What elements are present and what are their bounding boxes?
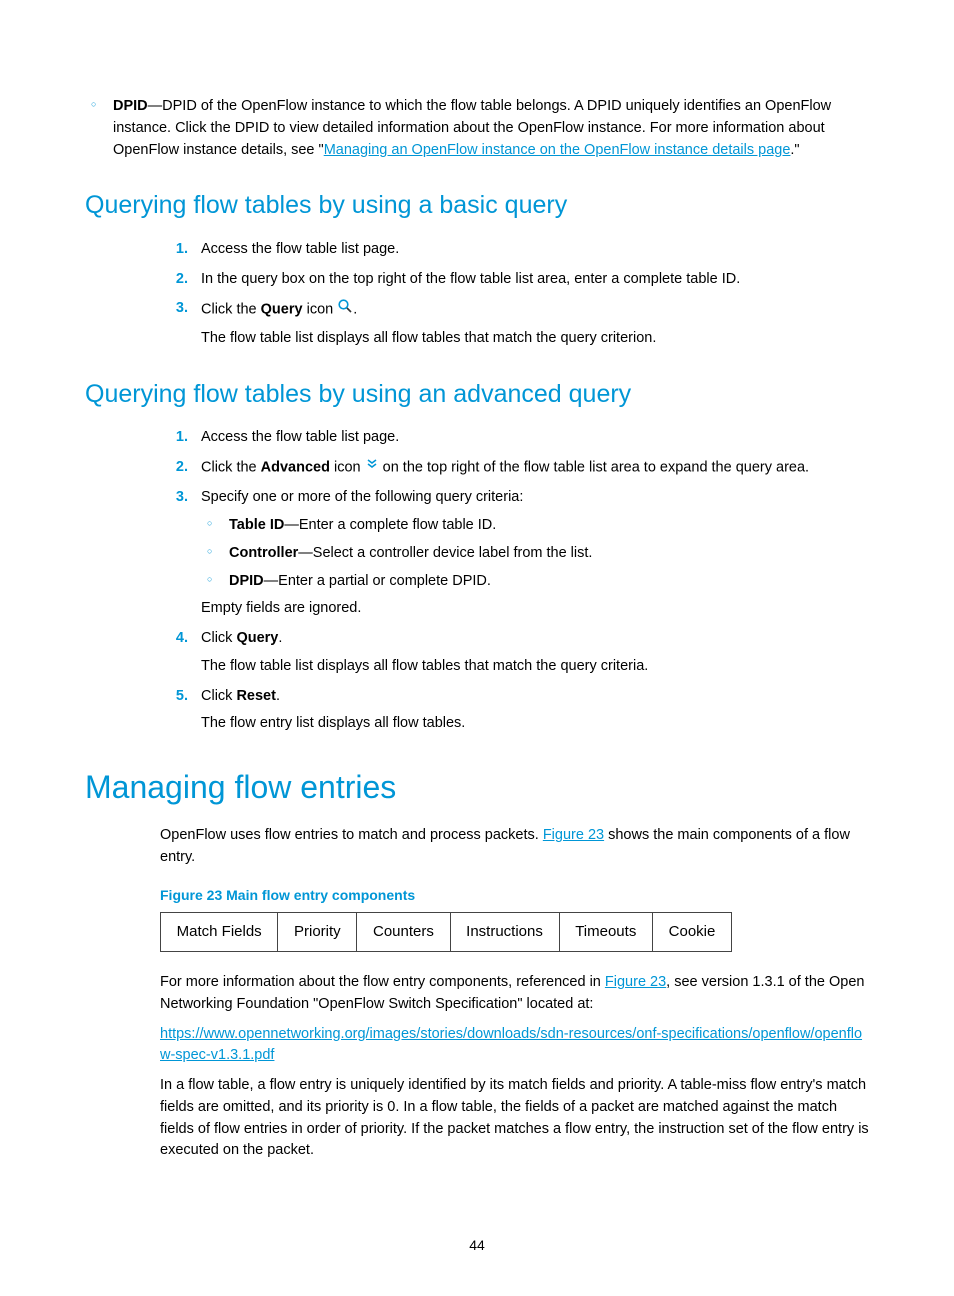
step-text: Access the flow table list page. [201, 429, 399, 445]
step-text-c: . [276, 688, 280, 704]
dpid-term: DPID [113, 98, 148, 114]
adv-step-4: 4. Click Query. The flow table list disp… [160, 628, 869, 678]
step-sub: The flow entry list displays all flow ta… [201, 713, 869, 735]
step-text-a: Click the [201, 302, 261, 318]
page-number: 44 [0, 1235, 954, 1256]
entries-more-info: For more information about the flow entr… [160, 972, 869, 1016]
advanced-steps: 1. Access the flow table list page. 2. Cl… [160, 427, 869, 735]
advanced-query-body: 1. Access the flow table list page. 2. Cl… [160, 427, 869, 735]
step-sub: The flow table list displays all flow ta… [201, 656, 869, 678]
dpid-bullet: DPID—DPID of the OpenFlow instance to wh… [85, 96, 869, 161]
step-text-d: . [353, 302, 357, 318]
reset-btn-label: Reset [236, 688, 276, 704]
entries-intro: OpenFlow uses flow entries to match and … [160, 825, 869, 869]
step-sub: The flow table list displays all flow ta… [201, 328, 869, 350]
step-text: Access the flow table list page. [201, 241, 399, 257]
step-text-a: Click [201, 688, 236, 704]
dpid-bullet-list: DPID—DPID of the OpenFlow instance to wh… [85, 96, 869, 161]
document-page: DPID—DPID of the OpenFlow instance to wh… [0, 0, 954, 1296]
step-sub: Empty fields are ignored. [201, 598, 869, 620]
fig-cell-match: Match Fields [161, 913, 278, 952]
fig-cell-priority: Priority [278, 913, 357, 952]
p2a: For more information about the flow entr… [160, 974, 605, 990]
step-number: 3. [160, 298, 188, 320]
criteria-term: Controller [229, 545, 298, 561]
step-number: 2. [160, 457, 188, 479]
step-number: 1. [160, 427, 188, 449]
step-number: 4. [160, 628, 188, 650]
step-text-c: . [278, 630, 282, 646]
heading-basic-query: Querying flow tables by using a basic qu… [85, 187, 869, 225]
criteria-controller: Controller—Select a controller device la… [201, 543, 869, 565]
adv-step-5: 5. Click Reset. The flow entry list disp… [160, 686, 869, 736]
step-text-a: Click [201, 630, 236, 646]
fig-cell-counters: Counters [357, 913, 450, 952]
figure-23-box: Match Fields Priority Counters Instructi… [160, 912, 732, 953]
criteria-term: DPID [229, 573, 264, 589]
criteria-dpid: DPID—Enter a partial or complete DPID. [201, 571, 869, 593]
p1a: OpenFlow uses flow entries to match and … [160, 827, 543, 843]
fig-cell-cookie: Cookie [653, 913, 731, 952]
criteria-term: Table ID [229, 517, 284, 533]
adv-step-2: 2. Click the Advanced icon on the top ri… [160, 457, 869, 479]
step-number: 2. [160, 269, 188, 291]
openflow-spec-link[interactable]: https://www.opennetworking.org/images/st… [160, 1026, 862, 1064]
figure-23-link[interactable]: Figure 23 [543, 827, 604, 843]
query-btn-label: Query [236, 630, 278, 646]
step-text-a: Click the [201, 460, 261, 476]
step-number: 1. [160, 239, 188, 261]
basic-steps: 1. Access the flow table list page. 2. In … [160, 239, 869, 350]
step-number: 3. [160, 487, 188, 509]
adv-step-1: 1. Access the flow table list page. [160, 427, 869, 449]
step-number: 5. [160, 686, 188, 708]
step-text-c: icon [330, 460, 365, 476]
step-text-c: icon [303, 302, 338, 318]
basic-step-2: 2. In the query box on the top right of t… [160, 269, 869, 291]
heading-advanced-query: Querying flow tables by using an advance… [85, 376, 869, 414]
step-text: Specify one or more of the following que… [201, 489, 523, 505]
fig-cell-timeouts: Timeouts [560, 913, 653, 952]
magnifier-icon [337, 298, 353, 322]
managing-instance-link[interactable]: Managing an OpenFlow instance on the Ope… [324, 142, 791, 158]
adv-step-3: 3. Specify one or more of the following … [160, 487, 869, 620]
criteria-text: —Enter a partial or complete DPID. [264, 573, 491, 589]
entries-explanation: In a flow table, a flow entry is uniquel… [160, 1075, 869, 1162]
advanced-label: Advanced [261, 460, 330, 476]
step-text: In the query box on the top right of the… [201, 271, 740, 287]
criteria-list: Table ID—Enter a complete flow table ID.… [201, 515, 869, 592]
dpid-after: ." [790, 142, 799, 158]
entries-body: OpenFlow uses flow entries to match and … [160, 825, 869, 1162]
basic-query-body: 1. Access the flow table list page. 2. In … [160, 239, 869, 350]
figure-23-caption: Figure 23 Main flow entry components [160, 885, 869, 906]
criteria-text: —Enter a complete flow table ID. [284, 517, 496, 533]
basic-step-1: 1. Access the flow table list page. [160, 239, 869, 261]
spec-url-para: https://www.opennetworking.org/images/st… [160, 1024, 869, 1068]
basic-step-3: 3. Click the Query icon . The flow table… [160, 298, 869, 350]
step-text-d: on the top right of the flow table list … [379, 460, 809, 476]
criteria-tableid: Table ID—Enter a complete flow table ID. [201, 515, 869, 537]
criteria-text: —Select a controller device label from t… [298, 545, 592, 561]
heading-managing-flow-entries: Managing flow entries [85, 763, 869, 811]
double-chevron-down-icon [365, 457, 379, 479]
figure-23-link-2[interactable]: Figure 23 [605, 974, 666, 990]
fig-cell-instructions: Instructions [451, 913, 560, 952]
query-label: Query [261, 302, 303, 318]
